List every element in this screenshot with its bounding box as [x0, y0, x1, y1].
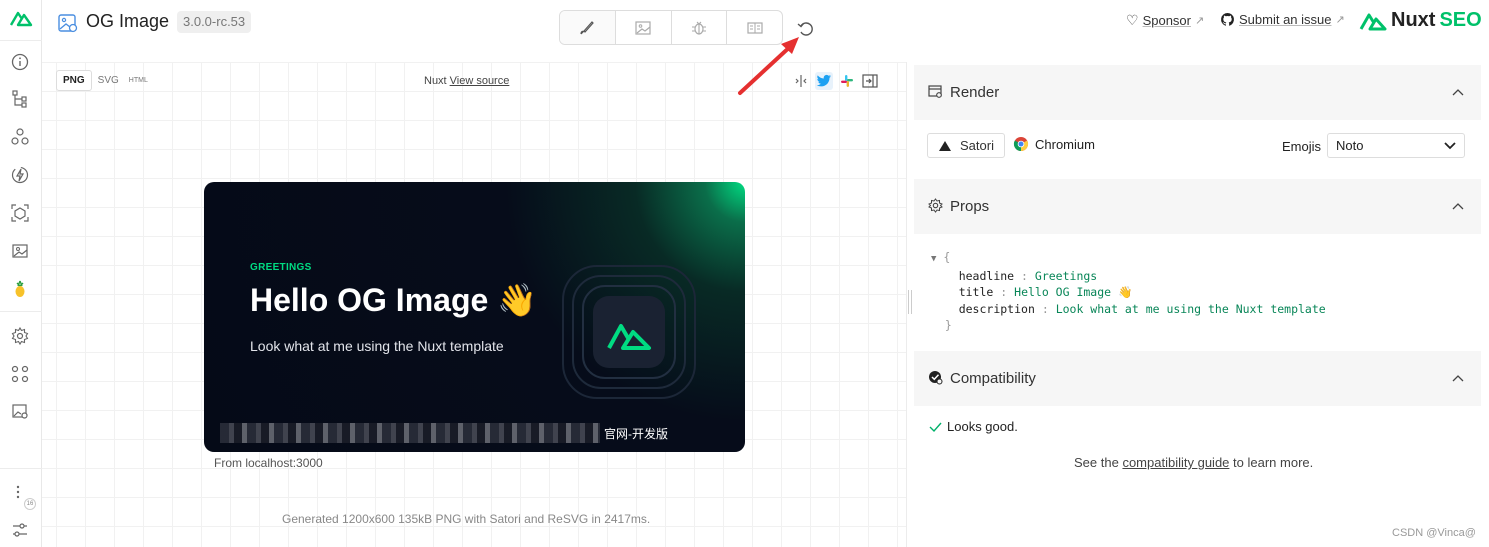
bug-icon: [691, 21, 706, 35]
format-svg[interactable]: SVG: [94, 71, 123, 90]
box-scan-icon[interactable]: [10, 203, 30, 223]
compat-status: Looks good.: [929, 419, 1018, 434]
settings-icon[interactable]: [10, 326, 30, 346]
annotation-arrow-icon: [738, 37, 799, 95]
props-settings-icon: [928, 198, 943, 213]
slack-preview-button[interactable]: [838, 72, 856, 90]
chevron-up-icon: [1452, 375, 1464, 382]
compatibility-section-title: Compatibility: [950, 370, 1036, 387]
modules-icon[interactable]: [10, 364, 30, 384]
component-tree-icon[interactable]: [10, 89, 30, 109]
left-rail: 16: [0, 0, 42, 547]
prop-value[interactable]: Greetings: [1035, 269, 1097, 283]
generation-stats: Generated 1200x600 135kB PNG with Satori…: [282, 512, 651, 526]
og-image-icon: [58, 14, 78, 33]
sponsor-link[interactable]: ♡ Sponsor ↗: [1126, 12, 1204, 29]
info-icon[interactable]: [10, 52, 30, 72]
og-eyebrow: GREETINGS: [250, 262, 312, 273]
preview-toolbar: [792, 72, 879, 90]
compat-guide-line: See the compatibility guide to learn mor…: [1074, 455, 1314, 470]
prop-key: description: [958, 301, 1035, 316]
render-section-title: Render: [950, 84, 1000, 101]
twitter-icon: [816, 74, 831, 87]
props-section-title: Props: [950, 198, 990, 215]
emojis-select[interactable]: Noto: [1327, 133, 1465, 158]
image-icon[interactable]: [10, 241, 30, 261]
version-badge: 3.0.0-rc.53: [177, 11, 252, 33]
preview-canvas: PNG SVG HTML Nuxt View source GREETINGS H…: [42, 62, 912, 547]
prop-key: headline: [958, 268, 1015, 283]
check-icon: [929, 422, 942, 432]
open-panel-icon: [862, 74, 878, 88]
prop-key: title: [958, 285, 994, 299]
nuxt-seo-brand[interactable]: Nuxt SEO: [1359, 9, 1482, 32]
format-png[interactable]: PNG: [56, 70, 92, 91]
brush-icon: [580, 20, 595, 34]
chevron-up-icon: [1452, 89, 1464, 96]
chromium-engine-button[interactable]: Chromium: [1013, 136, 1095, 152]
external-link-icon: ↗: [1335, 14, 1345, 26]
tab-debug[interactable]: [672, 11, 728, 44]
format-html[interactable]: HTML: [125, 73, 152, 88]
compatibility-guide-link[interactable]: compatibility guide: [1122, 455, 1229, 470]
external-link-icon: ↗: [1194, 15, 1205, 27]
sliders-icon[interactable]: [10, 520, 30, 540]
render-icon: [928, 85, 942, 98]
satori-engine-button[interactable]: Satori: [927, 133, 1005, 158]
nuxt-logo-icon[interactable]: [9, 8, 33, 28]
lightning-icon[interactable]: [10, 165, 30, 185]
tab-image[interactable]: [616, 11, 672, 44]
slack-icon: [841, 75, 853, 87]
format-switcher: PNG SVG HTML: [56, 70, 152, 91]
pixelated-site-name: [220, 423, 600, 443]
og-description: Look what at me using the Nuxt template: [250, 338, 504, 354]
view-source-link[interactable]: View source: [450, 75, 510, 87]
og-image-card: GREETINGS Hello OG Image 👋 Look what at …: [204, 182, 745, 452]
chevron-up-icon: [1452, 203, 1464, 210]
options-panel: Render Satori Chromium Emojis Noto Props…: [906, 62, 1489, 547]
open-external-button[interactable]: [861, 72, 879, 90]
app-root: 16 OG Image 3.0.0-rc.53 ♡ Sponsor ↗ Subm…: [0, 0, 1489, 547]
og-headline: Hello OG Image 👋: [250, 282, 538, 318]
props-json-tree: ▼ { headline : Greetings title : Hello O…: [931, 250, 1326, 332]
prop-value[interactable]: Hello OG Image 👋: [1014, 285, 1132, 299]
compatibility-section-header[interactable]: Compatibility: [914, 351, 1481, 406]
twitter-preview-button[interactable]: [815, 72, 833, 90]
triangle-icon: [939, 140, 951, 151]
chrome-icon: [1013, 137, 1029, 152]
watermark: CSDN @Vinca@: [1392, 527, 1476, 539]
nuxt-seo-logo-icon: [1359, 13, 1387, 30]
emojis-label: Emojis: [1282, 139, 1322, 154]
tab-count-badge: 16: [24, 498, 36, 510]
chevron-down-icon: [1444, 141, 1456, 149]
shield-check-icon: [929, 371, 943, 385]
components-icon[interactable]: [10, 127, 30, 147]
og-footer-text: 官网-开发版: [604, 426, 668, 441]
github-icon: [1221, 12, 1234, 26]
source-host: From localhost:3000: [214, 456, 323, 470]
tab-design[interactable]: [560, 11, 616, 44]
og-footer: 官网-开发版: [220, 421, 668, 445]
collapse-triangle-icon[interactable]: ▼: [931, 254, 936, 264]
submit-issue-link[interactable]: Submit an issue ↗: [1220, 12, 1345, 27]
heart-icon: ♡: [1126, 12, 1139, 28]
source-line: Nuxt View source: [424, 75, 510, 87]
props-section-header[interactable]: Props: [914, 179, 1481, 234]
pineapple-icon[interactable]: [10, 279, 30, 299]
prop-value[interactable]: Look what at me using the Nuxt template: [1056, 302, 1326, 316]
image-icon: [635, 20, 651, 35]
render-section-header[interactable]: Render: [914, 65, 1481, 120]
page-title: OG Image: [86, 11, 170, 31]
image-settings-icon[interactable]: [10, 401, 30, 421]
nuxt-tile-icon: [562, 265, 696, 399]
